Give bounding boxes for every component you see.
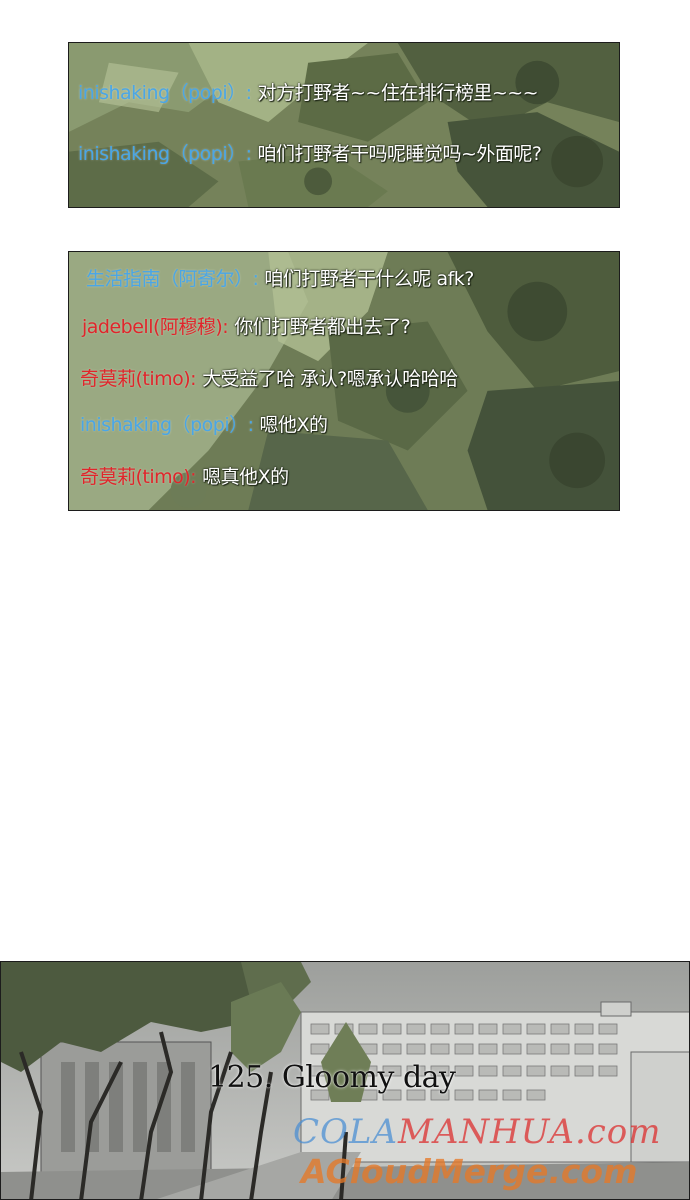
speaker-name: inishaking（popi）: <box>78 81 252 104</box>
watermark-colamanhua: COLAMANHUA.com <box>293 1112 662 1152</box>
speaker-name: 奇莫莉(timo): <box>80 367 197 390</box>
speaker-name: 生活指南（阿寄尔）: <box>86 267 259 290</box>
chat-line: inishaking（popi）: 嗯他X的 <box>80 408 682 438</box>
chat-message: 嗯他X的 <box>259 413 329 436</box>
chat-message: 咱们打野者干吗呢睡觉吗~外面呢? <box>257 142 543 165</box>
chat-message: 大受益了哈 承认?嗯承认哈哈哈 <box>202 367 458 390</box>
speaker-name: jadebell(阿穆穆): <box>82 315 229 338</box>
chat-line: 奇莫莉(timo): 嗯真他X的 <box>80 460 682 490</box>
episode-title: 125. Gloomy day <box>208 1060 456 1095</box>
chat-line: 奇莫莉(timo): 大受益了哈 承认?嗯承认哈哈哈 <box>80 362 682 392</box>
school-scene-panel: 125. Gloomy day COLAMANHUA.com ACloudMer… <box>0 961 690 1200</box>
chat-message: 嗯真他X的 <box>202 465 289 488</box>
watermark-part-b: MANHUA.com <box>398 1112 662 1152</box>
watermark-acloudmerge: ACloudMerge.com <box>301 1152 638 1191</box>
speaker-name: inishaking（popi）: <box>80 413 254 436</box>
forest-background <box>69 43 619 207</box>
chat-line: jadebell(阿穆穆): 你们打野者都出去了? <box>82 310 682 340</box>
chat-message: 你们打野者都出去了? <box>234 315 411 338</box>
watermark-part-a: COLA <box>293 1112 399 1152</box>
chat-line: 生活指南（阿寄尔）: 咱们打野者干什么呢 afk? <box>86 262 682 292</box>
chat-message: 对方打野者~~住在排行榜里~~~ <box>257 81 539 104</box>
speaker-name: 奇莫莉(timo): <box>80 465 197 488</box>
chat-panel-1 <box>68 42 620 208</box>
chat-line: inishaking（popi）: 对方打野者~~住在排行榜里~~~ <box>78 76 682 106</box>
chat-line: inishaking（popi）: 咱们打野者干吗呢睡觉吗~外面呢? <box>78 137 682 167</box>
chat-message: 咱们打野者干什么呢 afk? <box>264 267 474 290</box>
speaker-name: inishaking（popi）: <box>78 142 252 165</box>
